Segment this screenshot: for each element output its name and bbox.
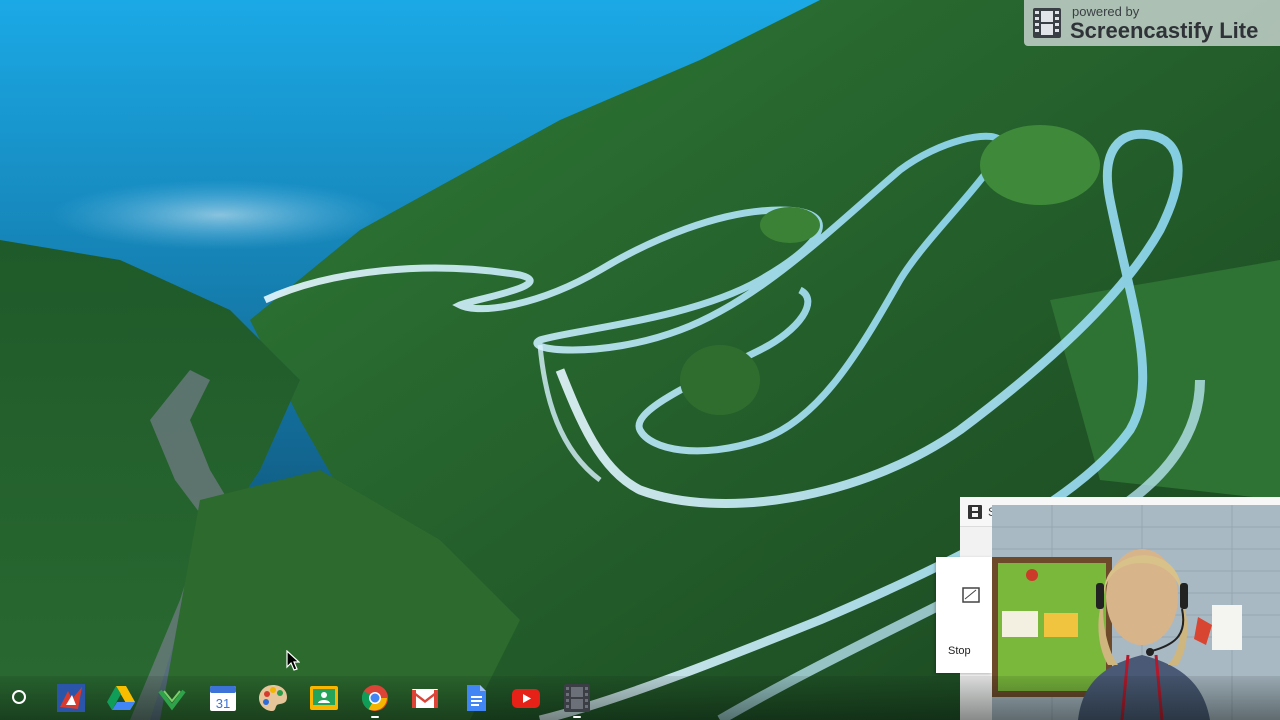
screencastify-watermark: powered by Screencastify Lite: [1024, 0, 1280, 46]
gmail-icon[interactable]: [410, 683, 440, 713]
stop-button[interactable]: Stop: [948, 645, 971, 657]
chrome-icon[interactable]: [360, 683, 390, 718]
google-calendar-icon[interactable]: 31: [208, 683, 238, 713]
google-classroom-icon[interactable]: [309, 683, 339, 713]
watermark-brand-label: Screencastify Lite: [1070, 17, 1259, 43]
mouse-cursor-icon: [286, 650, 300, 671]
app-launcher-icon[interactable]: [12, 690, 26, 704]
crop-icon[interactable]: [962, 587, 980, 603]
recording-controls: Stop: [936, 557, 992, 673]
drive-companion-icon[interactable]: [157, 683, 187, 713]
taskbar-shelf: 31: [0, 676, 1280, 720]
custom-app-icon[interactable]: [56, 683, 86, 713]
google-drive-icon[interactable]: [106, 683, 136, 713]
film-strip-icon: [968, 504, 982, 519]
screencastify-icon[interactable]: [562, 683, 592, 718]
paint-palette-icon[interactable]: [258, 683, 288, 713]
google-docs-icon[interactable]: [461, 683, 491, 713]
watermark-powered-label: powered by: [1072, 3, 1140, 19]
calendar-date-label: 31: [216, 696, 230, 711]
film-strip-icon: [1033, 8, 1061, 38]
youtube-icon[interactable]: [511, 683, 541, 713]
